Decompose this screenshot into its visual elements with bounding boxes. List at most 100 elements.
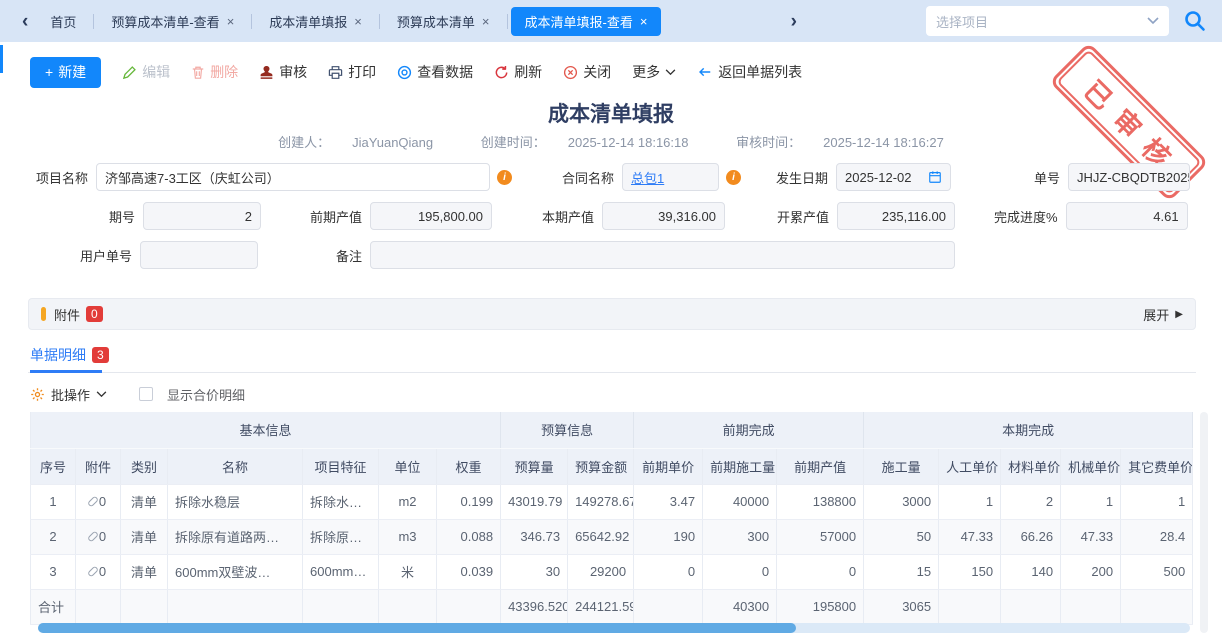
nav-forward-icon[interactable]: › — [783, 12, 805, 31]
table-cell: 47.33 — [939, 519, 1001, 554]
table-cell: 0.039 — [437, 554, 501, 589]
left-edge-indicator — [0, 45, 3, 73]
table-cell: 15 — [864, 554, 939, 589]
project-select-placeholder: 选择项目 — [936, 12, 1147, 31]
remark-input[interactable] — [370, 241, 955, 269]
close-button[interactable]: 关闭 — [563, 62, 611, 82]
progress-input[interactable]: 4.61 — [1066, 202, 1188, 230]
table-cell: 2 — [31, 519, 76, 554]
column-header: 类别 — [121, 448, 168, 484]
tab-detail-lines[interactable]: 单据明细 3 — [30, 345, 109, 373]
attachment-bar[interactable]: 附件 0 展开 ▶ — [28, 298, 1196, 330]
audit-button[interactable]: 审核 — [259, 62, 307, 82]
table-cell: 43396.520 — [501, 589, 568, 624]
new-button[interactable]: + 新建 — [30, 57, 101, 88]
close-icon[interactable]: × — [354, 15, 362, 28]
detail-tab-row: 单据明细 3 — [28, 345, 1196, 373]
table-cell[interactable]: 0 — [76, 554, 121, 589]
close-circle-icon — [563, 65, 578, 80]
horizontal-scrollbar[interactable] — [38, 623, 1190, 633]
tab-label: 预算成本清单 — [397, 12, 475, 31]
column-header: 预算量 — [501, 448, 568, 484]
table-cell: 清单 — [121, 519, 168, 554]
column-header: 前期单价 — [634, 448, 703, 484]
current-output-label: 本期产值 — [542, 207, 594, 226]
doc-no-input[interactable]: JHJZ-CBQDTB2025 — [1068, 163, 1190, 191]
column-header: 预算金额 — [568, 448, 634, 484]
info-icon[interactable]: i — [726, 170, 741, 185]
nav-back-icon[interactable]: ‹ — [14, 12, 36, 31]
tab-cost-list-fill-view-active[interactable]: 成本清单填报-查看 × — [511, 7, 662, 36]
table-cell[interactable]: 0 — [76, 484, 121, 519]
table-cell: 200 — [1061, 554, 1121, 589]
table-cell: 0 — [634, 554, 703, 589]
column-header: 其它费单价 — [1121, 448, 1193, 484]
period-input[interactable]: 2 — [143, 202, 261, 230]
more-button[interactable]: 更多 — [632, 62, 676, 82]
close-icon[interactable]: × — [640, 15, 648, 28]
date-input[interactable]: 2025-12-02 — [836, 163, 951, 191]
period-label: 期号 — [109, 207, 135, 226]
table-cell: 29200 — [568, 554, 634, 589]
prev-output-input[interactable]: 195,800.00 — [370, 202, 492, 230]
delete-button[interactable]: 删除 — [191, 62, 238, 82]
batch-ops-button[interactable]: 批操作 — [51, 385, 90, 404]
tab-budget-cost-list-view[interactable]: 预算成本清单-查看 × — [97, 7, 248, 36]
tab-separator — [251, 14, 252, 29]
table-cell: 拆除水稳层 — [168, 484, 303, 519]
page-title: 成本清单填报 — [0, 98, 1222, 128]
contract-link[interactable]: 总包1 — [631, 168, 664, 187]
column-header: 单位 — [379, 448, 437, 484]
search-button[interactable] — [1182, 8, 1208, 34]
user-doc-no-input[interactable] — [140, 241, 258, 269]
attachment-count-badge: 0 — [86, 306, 103, 322]
close-icon[interactable]: × — [482, 15, 490, 28]
progress-label: 完成进度% — [994, 207, 1058, 226]
table-cell: 3.47 — [634, 484, 703, 519]
table-cell: 190 — [634, 519, 703, 554]
cumulative-output-input[interactable]: 235,116.00 — [837, 202, 955, 230]
table-row[interactable]: 20清单拆除原有道路两…拆除原…m30.088346.7365642.92190… — [31, 519, 1193, 554]
edit-button[interactable]: 编辑 — [122, 62, 170, 82]
chevron-down-icon — [665, 69, 676, 76]
show-total-price-checkbox[interactable] — [139, 387, 153, 401]
refresh-button[interactable]: 刷新 — [494, 62, 542, 82]
calendar-icon[interactable] — [928, 170, 942, 184]
print-button[interactable]: 打印 — [328, 62, 376, 82]
table-row[interactable]: 10清单拆除水稳层拆除水…m20.19943019.79149278.673.4… — [31, 484, 1193, 519]
chevron-down-icon — [96, 391, 107, 398]
table-cell[interactable]: 0 — [76, 519, 121, 554]
back-to-list-button[interactable]: 返回单据列表 — [697, 62, 802, 82]
table-cell — [76, 589, 121, 624]
table-cell: 40300 — [703, 589, 777, 624]
column-group-header: 前期完成 — [634, 412, 864, 448]
project-name-input[interactable]: 济邹高速7-3工区（庆虹公司） — [96, 163, 490, 191]
toolbar: + 新建 编辑 删除 审核 打印 查看数据 刷新 关闭 更多 返回单据列表 — [30, 56, 1202, 88]
table-cell: 244121.590 — [568, 589, 634, 624]
project-select[interactable]: 选择项目 — [926, 6, 1169, 36]
table-row[interactable]: 30清单600mm双壁波…600mm…米0.039302920000015150… — [31, 554, 1193, 589]
created-label: 创建时间： — [481, 135, 546, 150]
attachment-label: 附件 — [54, 305, 80, 324]
table-cell: 拆除原… — [303, 519, 379, 554]
tab-budget-cost-list[interactable]: 预算成本清单 × — [383, 7, 504, 36]
table-cell: 3065 — [864, 589, 939, 624]
expand-button[interactable]: 展开 ▶ — [1143, 305, 1183, 324]
detail-table-container: 基本信息预算信息前期完成本期完成序号附件类别名称项目特征单位权重预算量预算金额前… — [30, 412, 1192, 625]
horizontal-scrollbar-thumb[interactable] — [38, 623, 796, 633]
close-icon[interactable]: × — [227, 15, 235, 28]
table-cell — [634, 589, 703, 624]
tab-bar: ‹ 首页 预算成本清单-查看 × 成本清单填报 × 预算成本清单 × 成本清单填… — [0, 0, 1222, 42]
info-icon[interactable]: i — [497, 170, 512, 185]
contract-name-input[interactable]: 总包1 — [622, 163, 719, 191]
vertical-scrollbar[interactable] — [1200, 412, 1208, 633]
table-cell: 0.199 — [437, 484, 501, 519]
table-cell: 140 — [1001, 554, 1061, 589]
view-data-button[interactable]: 查看数据 — [397, 62, 473, 82]
table-cell: 149278.67 — [568, 484, 634, 519]
current-output-input[interactable]: 39,316.00 — [602, 202, 725, 230]
cumulative-output-label: 开累产值 — [777, 207, 829, 226]
tab-home[interactable]: 首页 — [36, 7, 90, 36]
column-header: 机械单价 — [1061, 448, 1121, 484]
tab-cost-list-fill[interactable]: 成本清单填报 × — [255, 7, 376, 36]
